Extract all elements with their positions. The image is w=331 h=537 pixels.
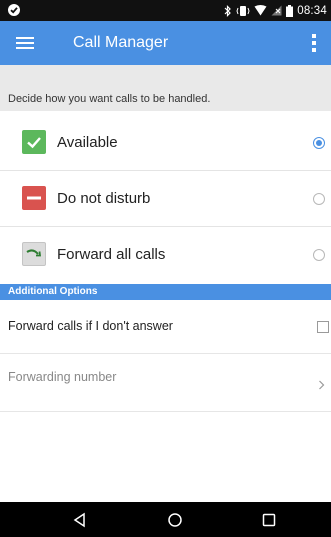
radio-forward-all-calls[interactable] [313, 249, 325, 261]
forward-if-no-answer-checkbox[interactable] [317, 321, 329, 333]
check-icon [22, 130, 46, 154]
forward-arrow-icon [22, 242, 46, 266]
status-bar: 08:34 [0, 0, 331, 21]
forward-if-no-answer-row[interactable]: Forward calls if I don't answer [0, 300, 331, 354]
option-label: Available [57, 134, 118, 151]
forwarding-number-label: Forwarding number [8, 370, 117, 384]
hamburger-menu-icon[interactable] [16, 34, 34, 52]
option-label: Do not disturb [57, 190, 151, 207]
app-title: Call Manager [73, 34, 169, 51]
bluetooth-icon [224, 4, 232, 17]
radio-do-not-disturb[interactable] [313, 193, 325, 205]
forwarding-number-row[interactable]: Forwarding number [0, 354, 331, 412]
subheader-band [0, 65, 331, 87]
status-time: 08:34 [297, 4, 327, 17]
battery-icon [286, 4, 294, 17]
subheader-text: Decide how you want calls to be handled. [0, 87, 331, 111]
app-notification-icon [8, 4, 20, 16]
additional-options-header: Additional Options [0, 284, 331, 300]
vibrate-icon [236, 5, 250, 16]
radio-available[interactable] [313, 137, 325, 149]
recents-square-icon[interactable] [260, 511, 278, 529]
option-forward-all-calls[interactable]: Forward all calls [0, 227, 331, 283]
wifi-icon [254, 5, 267, 16]
option-label: Forward all calls [57, 246, 166, 263]
minus-icon [22, 186, 46, 210]
option-do-not-disturb[interactable]: Do not disturb [0, 171, 331, 227]
chevron-right-icon [319, 380, 325, 390]
option-available[interactable]: Available [0, 115, 331, 171]
forward-if-no-answer-label: Forward calls if I don't answer [8, 319, 173, 333]
system-nav-bar [0, 502, 331, 537]
status-icons: 08:34 [224, 0, 327, 21]
home-circle-icon[interactable] [166, 511, 184, 529]
overflow-menu-icon[interactable] [311, 33, 317, 53]
call-manager-screen: 08:34 Call Manager Decide how you want c… [0, 0, 331, 537]
no-signal-icon [271, 5, 282, 16]
app-bar: Call Manager [0, 21, 331, 65]
back-triangle-icon[interactable] [71, 511, 89, 529]
